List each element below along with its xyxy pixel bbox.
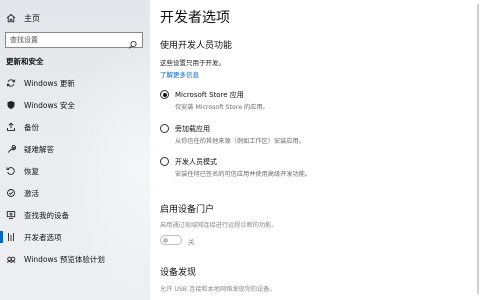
device-discovery-heading: 设备发现 xyxy=(160,268,197,278)
radio-developer-mode[interactable] xyxy=(160,157,169,166)
sidebar-item-developer-options[interactable]: 开发者选项 xyxy=(0,226,150,248)
device-discovery-desc: 允许 USB 连接和本地网络发现你的设备。 xyxy=(160,286,276,293)
home-link[interactable]: 主页 xyxy=(6,11,40,25)
sidebar: 主页 更新和安全 Windows 更新 Windows 安全 备份 xyxy=(0,0,150,300)
home-label: 主页 xyxy=(24,13,40,23)
radio-store-apps[interactable] xyxy=(160,90,169,99)
sidebar-item-label: 备份 xyxy=(24,122,39,132)
sidebar-nav: Windows 更新 Windows 安全 备份 疑难解答 恢复 激活 查找我的… xyxy=(0,72,150,270)
sidebar-item-label: 恢复 xyxy=(24,166,39,176)
insider-icon xyxy=(6,254,16,264)
sidebar-item-label: Windows 预览体验计划 xyxy=(24,254,105,264)
option-label-store-apps: Microsoft Store 应用 xyxy=(175,91,244,99)
page-title: 开发者选项 xyxy=(160,10,230,26)
section-title: 更新和安全 xyxy=(6,57,44,66)
recovery-icon xyxy=(6,166,16,176)
sidebar-item-backup[interactable]: 备份 xyxy=(0,116,150,138)
find-device-icon xyxy=(6,210,16,220)
developer-icon xyxy=(6,232,16,242)
shield-icon xyxy=(6,100,16,110)
sidebar-item-windows-security[interactable]: Windows 安全 xyxy=(0,94,150,116)
learn-more-link[interactable]: 了解更多信息 xyxy=(160,69,199,79)
main-content: 开发者选项 使用开发人员功能 这些设置只用于开发。 了解更多信息 Microso… xyxy=(150,0,480,300)
device-portal-desc: 启用通过局域网连接进行远程诊断的功能。 xyxy=(160,222,278,229)
option-label-developer-mode: 开发人员模式 xyxy=(175,158,217,166)
device-portal-heading: 启用设备门户 xyxy=(160,205,215,215)
option-label-sideload-apps: 旁加载应用 xyxy=(175,125,210,133)
sidebar-item-troubleshoot[interactable]: 疑难解答 xyxy=(0,138,150,160)
sidebar-item-recovery[interactable]: 恢复 xyxy=(0,160,150,182)
option-desc-store-apps: 仅安装 Microsoft Store 的应用。 xyxy=(175,104,269,111)
device-portal-toggle[interactable] xyxy=(160,235,182,245)
search-input[interactable] xyxy=(6,33,124,47)
home-icon xyxy=(6,13,16,23)
sidebar-item-activation[interactable]: 激活 xyxy=(0,182,150,204)
scrollbar[interactable] xyxy=(477,4,479,294)
sync-icon xyxy=(6,78,16,88)
sidebar-item-label: Windows 更新 xyxy=(24,78,75,88)
activation-icon xyxy=(6,188,16,198)
option-desc-developer-mode: 安装任何已签名的可信应用并使用高级开发功能。 xyxy=(175,171,312,178)
search-icon[interactable] xyxy=(128,35,138,49)
sidebar-item-find-my-device[interactable]: 查找我的设备 xyxy=(0,204,150,226)
dev-features-note: 这些设置只用于开发。 xyxy=(160,59,225,67)
dev-features-heading: 使用开发人员功能 xyxy=(160,41,233,51)
sidebar-item-label: 开发者选项 xyxy=(24,232,62,242)
sidebar-item-label: 激活 xyxy=(24,188,39,198)
sidebar-item-windows-insider[interactable]: Windows 预览体验计划 xyxy=(0,248,150,270)
wrench-icon xyxy=(6,144,16,154)
sidebar-item-label: 查找我的设备 xyxy=(24,210,69,220)
sidebar-item-label: 疑难解答 xyxy=(24,144,54,154)
radio-sideload-apps[interactable] xyxy=(160,124,169,133)
sidebar-item-label: Windows 安全 xyxy=(24,100,75,110)
toggle-knob xyxy=(163,237,168,243)
backup-icon xyxy=(6,122,16,132)
search-box[interactable] xyxy=(5,32,143,49)
device-portal-toggle-state: 关 xyxy=(188,238,195,246)
option-desc-sideload-apps: 从你信任的其他来源（例如工作区）安装应用。 xyxy=(175,138,305,145)
sidebar-item-windows-update[interactable]: Windows 更新 xyxy=(0,72,150,94)
